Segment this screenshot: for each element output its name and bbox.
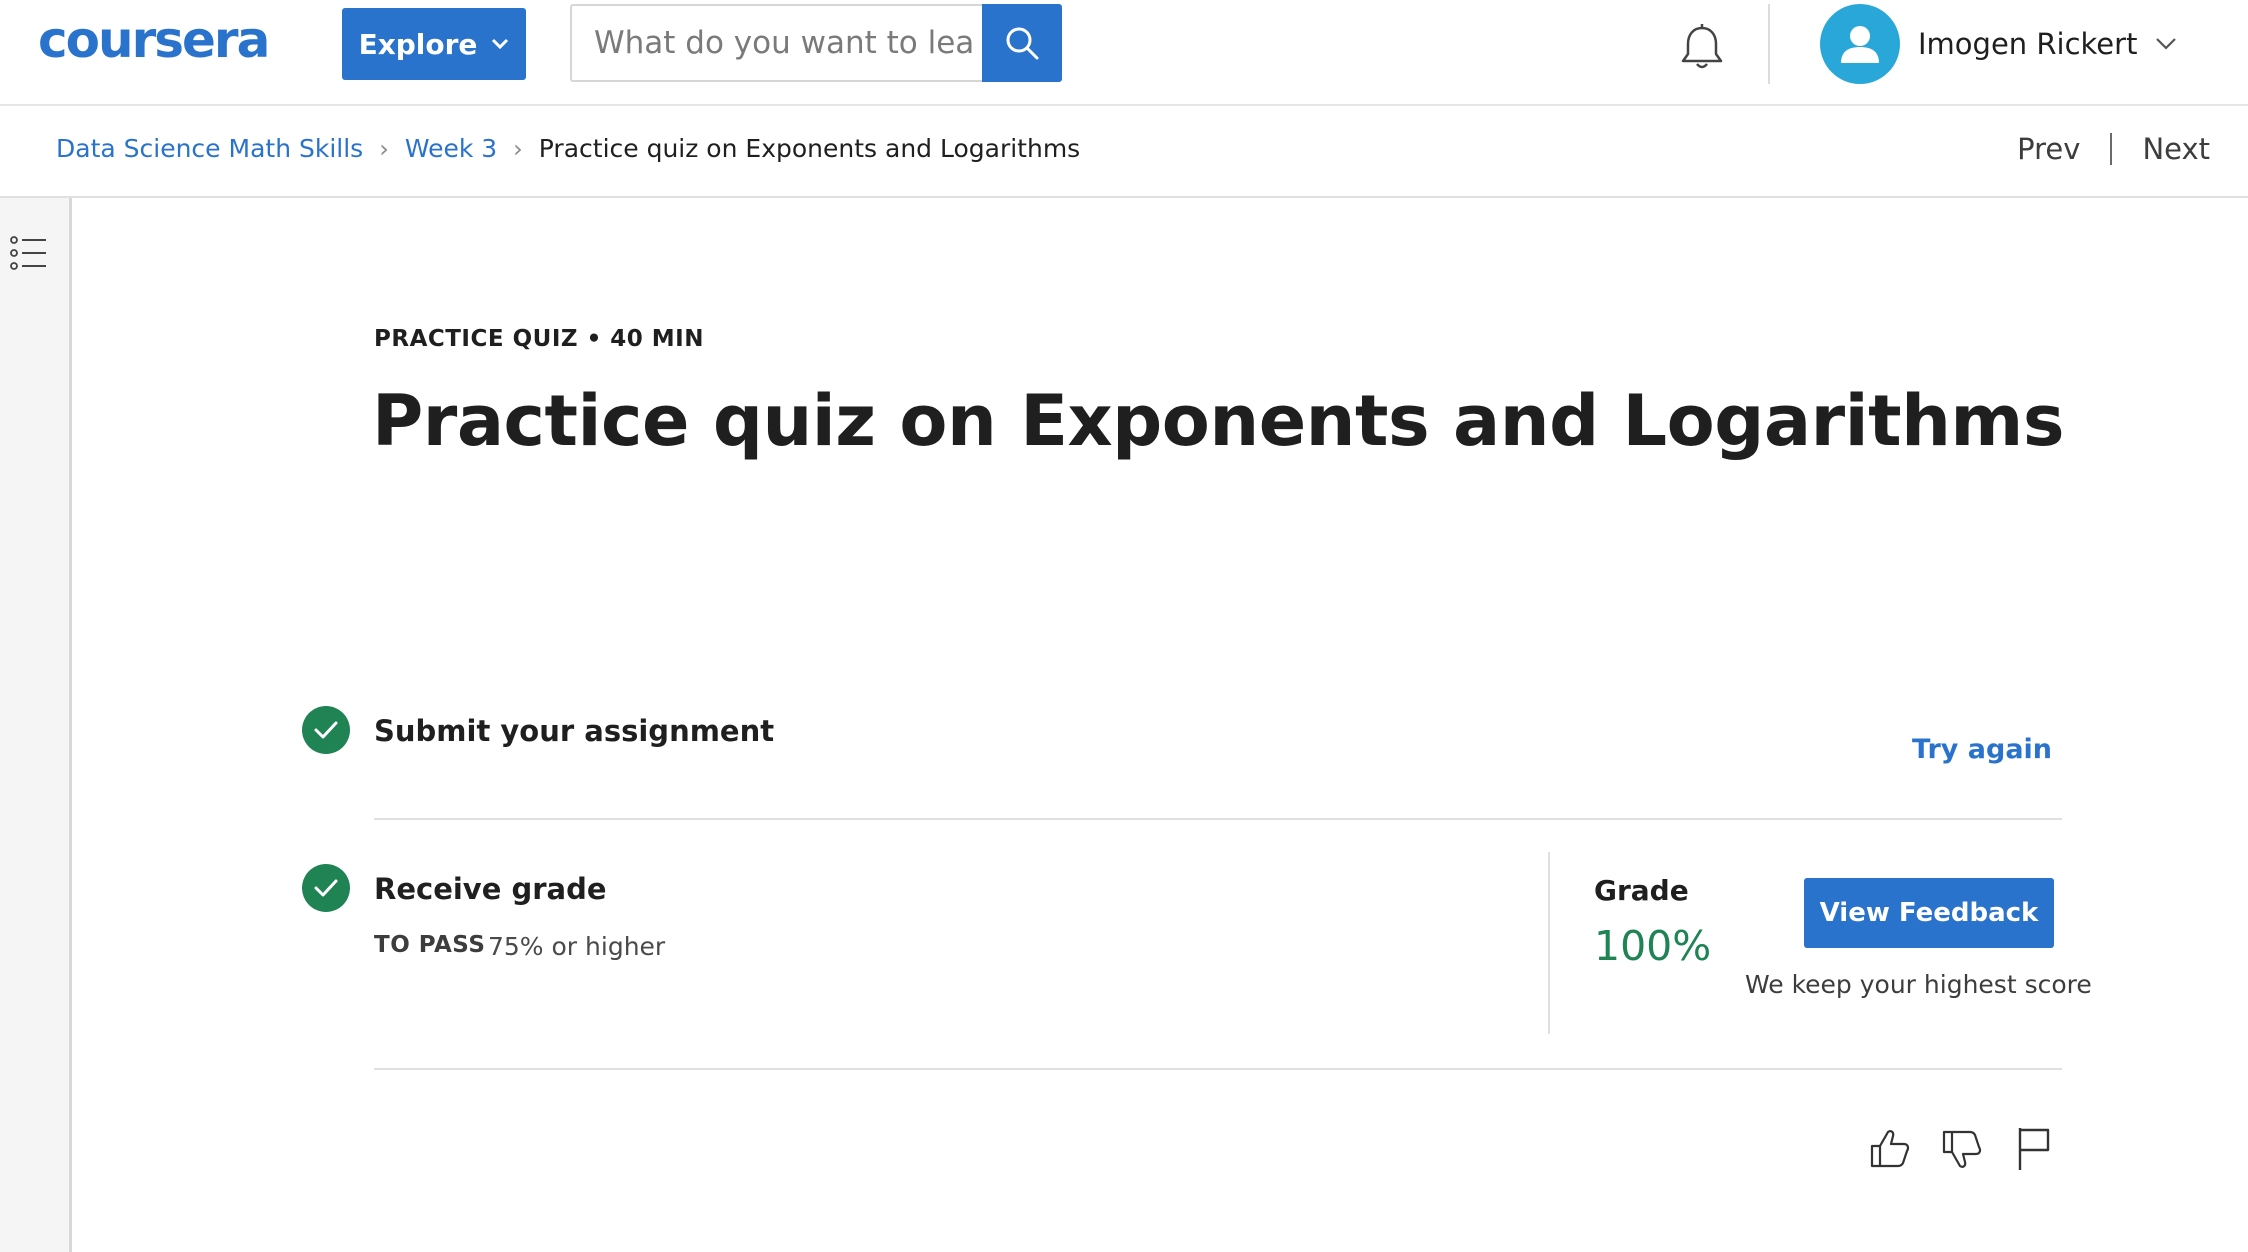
reaction-toolbar bbox=[1866, 1124, 2058, 1172]
to-pass-value: 75% or higher bbox=[488, 932, 666, 961]
menu-list-icon[interactable] bbox=[10, 234, 48, 272]
search-icon bbox=[1006, 27, 1039, 60]
search-input[interactable] bbox=[572, 6, 974, 80]
chevron-right-icon: › bbox=[513, 134, 523, 163]
breadcrumb-course[interactable]: Data Science Math Skills bbox=[56, 134, 363, 163]
breadcrumb-week[interactable]: Week 3 bbox=[405, 134, 497, 163]
search-button[interactable] bbox=[982, 4, 1062, 82]
breadcrumb-current: Practice quiz on Exponents and Logarithm… bbox=[538, 134, 1081, 163]
thumbs-up-icon[interactable] bbox=[1866, 1124, 1914, 1172]
highest-score-note: We keep your highest score bbox=[1745, 970, 2092, 999]
section-divider bbox=[374, 818, 2062, 820]
breadcrumb: Data Science Math Skills › Week 3 › Prac… bbox=[56, 134, 1080, 163]
coursera-logo[interactable]: coursera bbox=[38, 10, 270, 70]
user-menu[interactable]: Imogen Rickert bbox=[1820, 4, 2177, 84]
next-link[interactable]: Next bbox=[2142, 132, 2210, 166]
bell-icon[interactable] bbox=[1676, 22, 1728, 74]
chevron-right-icon: › bbox=[379, 134, 389, 163]
check-icon bbox=[302, 706, 350, 754]
page-title: Practice quiz on Exponents and Logarithm… bbox=[372, 380, 2065, 462]
explore-button[interactable]: Explore bbox=[342, 8, 526, 80]
header-divider bbox=[1768, 4, 1770, 84]
grade-value: 100% bbox=[1594, 922, 1712, 970]
item-type-duration: PRACTICE QUIZ • 40 MIN bbox=[374, 326, 704, 352]
explore-label: Explore bbox=[358, 27, 478, 61]
check-icon bbox=[302, 864, 350, 912]
try-again-link[interactable]: Try again bbox=[1912, 734, 2052, 765]
grade-divider bbox=[1548, 852, 1550, 1034]
submit-assignment-title: Submit your assignment bbox=[374, 714, 775, 748]
to-pass-label: TO PASS bbox=[374, 932, 486, 958]
nav-divider bbox=[2110, 133, 2113, 165]
receive-grade-title: Receive grade bbox=[374, 872, 607, 906]
side-rail bbox=[0, 198, 72, 1252]
grade-label: Grade bbox=[1594, 874, 1689, 907]
user-name: Imogen Rickert bbox=[1918, 27, 2138, 61]
user-avatar-icon bbox=[1820, 4, 1900, 84]
chevron-down-icon bbox=[492, 38, 509, 50]
prev-link[interactable]: Prev bbox=[2017, 132, 2080, 166]
thumbs-down-icon[interactable] bbox=[1938, 1124, 1986, 1172]
prev-next-nav: Prev Next bbox=[2017, 132, 2210, 166]
view-feedback-button[interactable]: View Feedback bbox=[1804, 878, 2054, 948]
search-box bbox=[570, 4, 984, 82]
section-divider bbox=[374, 1068, 2062, 1070]
flag-icon[interactable] bbox=[2010, 1124, 2058, 1172]
top-navigation-bar: coursera Explore Imogen Rickert bbox=[0, 0, 2248, 106]
chevron-down-icon bbox=[2156, 38, 2177, 50]
breadcrumb-bar: Data Science Math Skills › Week 3 › Prac… bbox=[0, 106, 2248, 198]
